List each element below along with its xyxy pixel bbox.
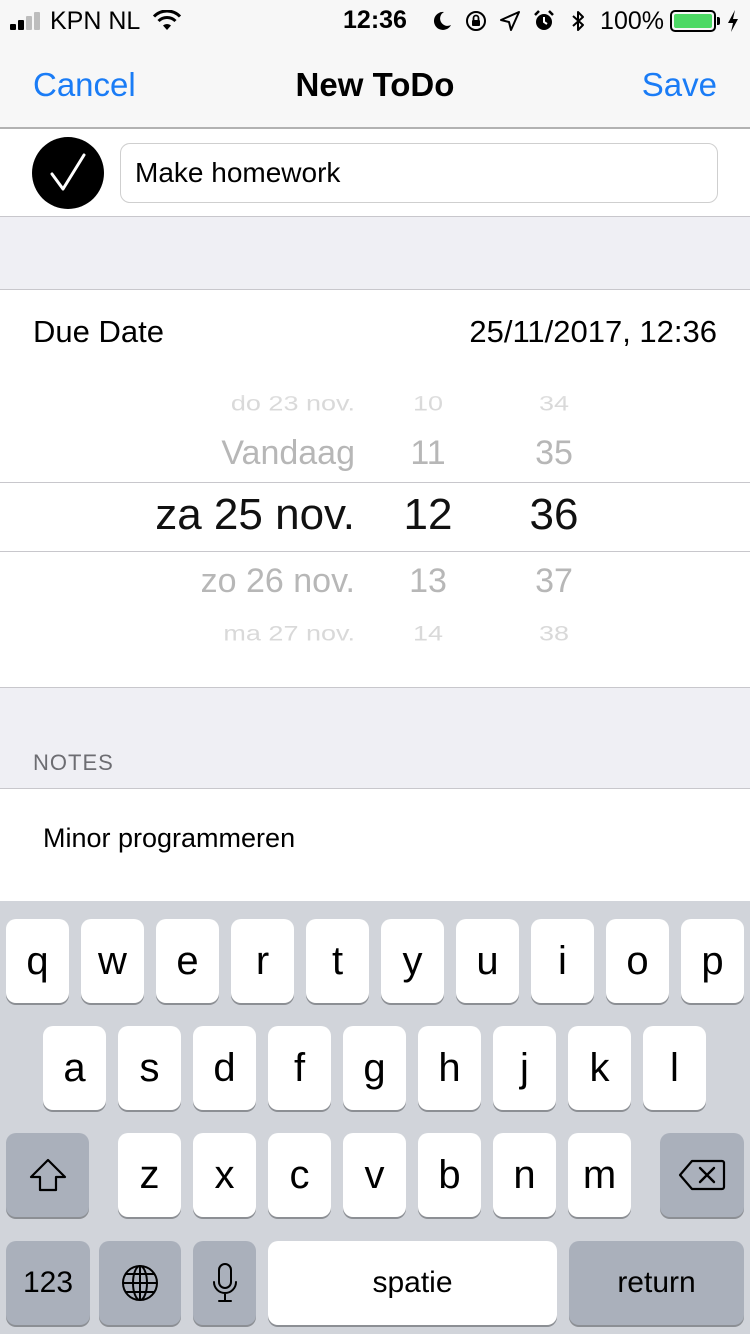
navigation-bar: Cancel New ToDo Save (0, 40, 750, 129)
bluetooth-icon (572, 11, 585, 31)
key-i[interactable]: i (531, 919, 594, 1003)
key-e[interactable]: e (156, 919, 219, 1003)
shift-icon (29, 1158, 66, 1192)
notes-section-header: NOTES (0, 688, 750, 789)
key-u[interactable]: u (456, 919, 519, 1003)
picker-date-option[interactable]: zo 26 nov. (201, 562, 355, 601)
key-c[interactable]: c (268, 1133, 331, 1217)
battery-icon (670, 10, 720, 32)
key-z[interactable]: z (118, 1133, 181, 1217)
picker-minute-option[interactable]: 37 (518, 562, 590, 601)
picker-fade-top (0, 372, 750, 402)
key-o[interactable]: o (606, 919, 669, 1003)
picker-selection-top-line (0, 482, 750, 483)
key-w[interactable]: w (81, 919, 144, 1003)
shift-key[interactable] (6, 1133, 89, 1217)
backspace-icon (678, 1159, 726, 1191)
key-s[interactable]: s (118, 1026, 181, 1110)
key-a[interactable]: a (43, 1026, 106, 1110)
status-right: 100% (430, 6, 740, 36)
picker-minute-option[interactable]: 38 (518, 621, 590, 646)
complete-toggle-button[interactable] (32, 137, 104, 209)
battery-percent: 100% (600, 6, 664, 35)
orientation-lock-icon (466, 11, 487, 31)
picker-hour-option[interactable]: 13 (395, 562, 461, 601)
key-l[interactable]: l (643, 1026, 706, 1110)
notes-text-area[interactable]: Minor programmeren (0, 789, 750, 901)
microphone-icon (212, 1263, 237, 1302)
key-g[interactable]: g (343, 1026, 406, 1110)
key-x[interactable]: x (193, 1133, 256, 1217)
key-r[interactable]: r (231, 919, 294, 1003)
due-date-value: 25/11/2017, 12:36 (469, 314, 717, 349)
picker-hour-selected[interactable]: 12 (395, 490, 461, 540)
due-date-label: Due Date (33, 314, 164, 349)
key-v[interactable]: v (343, 1133, 406, 1217)
picker-selection-bottom-line (0, 551, 750, 552)
location-icon (500, 11, 521, 31)
picker-date-option[interactable]: Vandaag (221, 434, 355, 473)
key-y[interactable]: y (381, 919, 444, 1003)
key-j[interactable]: j (493, 1026, 556, 1110)
moon-icon (434, 11, 452, 30)
key-d[interactable]: d (193, 1026, 256, 1110)
key-k[interactable]: k (568, 1026, 631, 1110)
picker-hour-option[interactable]: 11 (395, 434, 461, 473)
alarm-icon (534, 10, 554, 30)
globe-key[interactable] (99, 1241, 181, 1325)
charging-icon (728, 10, 738, 32)
return-key[interactable]: return (569, 1241, 744, 1325)
section-separator (0, 217, 750, 290)
picker-minute-selected[interactable]: 36 (518, 490, 590, 540)
save-button[interactable]: Save (642, 66, 717, 104)
date-time-picker[interactable]: do 23 nov. Vandaag za 25 nov. zo 26 nov.… (0, 372, 750, 688)
picker-hour-option[interactable]: 14 (395, 621, 461, 646)
dictation-key[interactable] (193, 1241, 256, 1325)
due-date-row[interactable]: Due Date 25/11/2017, 12:36 (0, 290, 750, 372)
picker-fade-bottom (0, 647, 750, 687)
todo-title-row (0, 129, 750, 217)
todo-title-input[interactable] (120, 143, 718, 203)
key-m[interactable]: m (568, 1133, 631, 1217)
keyboard: q w e r t y u i o p a s d f g h j k l z … (0, 901, 750, 1334)
picker-date-selected[interactable]: za 25 nov. (155, 490, 355, 540)
key-h[interactable]: h (418, 1026, 481, 1110)
key-n[interactable]: n (493, 1133, 556, 1217)
key-f[interactable]: f (268, 1026, 331, 1110)
picker-date-option[interactable]: ma 27 nov. (223, 621, 355, 646)
notes-text: Minor programmeren (43, 823, 296, 853)
cancel-button[interactable]: Cancel (33, 66, 136, 104)
key-b[interactable]: b (418, 1133, 481, 1217)
status-bar: KPN NL 12:36 100% (0, 0, 750, 40)
backspace-key[interactable] (660, 1133, 744, 1217)
numbers-key[interactable]: 123 (6, 1241, 90, 1325)
checkmark-icon (50, 153, 86, 191)
globe-icon (122, 1265, 158, 1301)
picker-minute-option[interactable]: 35 (518, 434, 590, 473)
key-t[interactable]: t (306, 919, 369, 1003)
key-p[interactable]: p (681, 919, 744, 1003)
key-q[interactable]: q (6, 919, 69, 1003)
space-key[interactable]: spatie (268, 1241, 557, 1325)
notes-header-label: NOTES (33, 750, 114, 775)
